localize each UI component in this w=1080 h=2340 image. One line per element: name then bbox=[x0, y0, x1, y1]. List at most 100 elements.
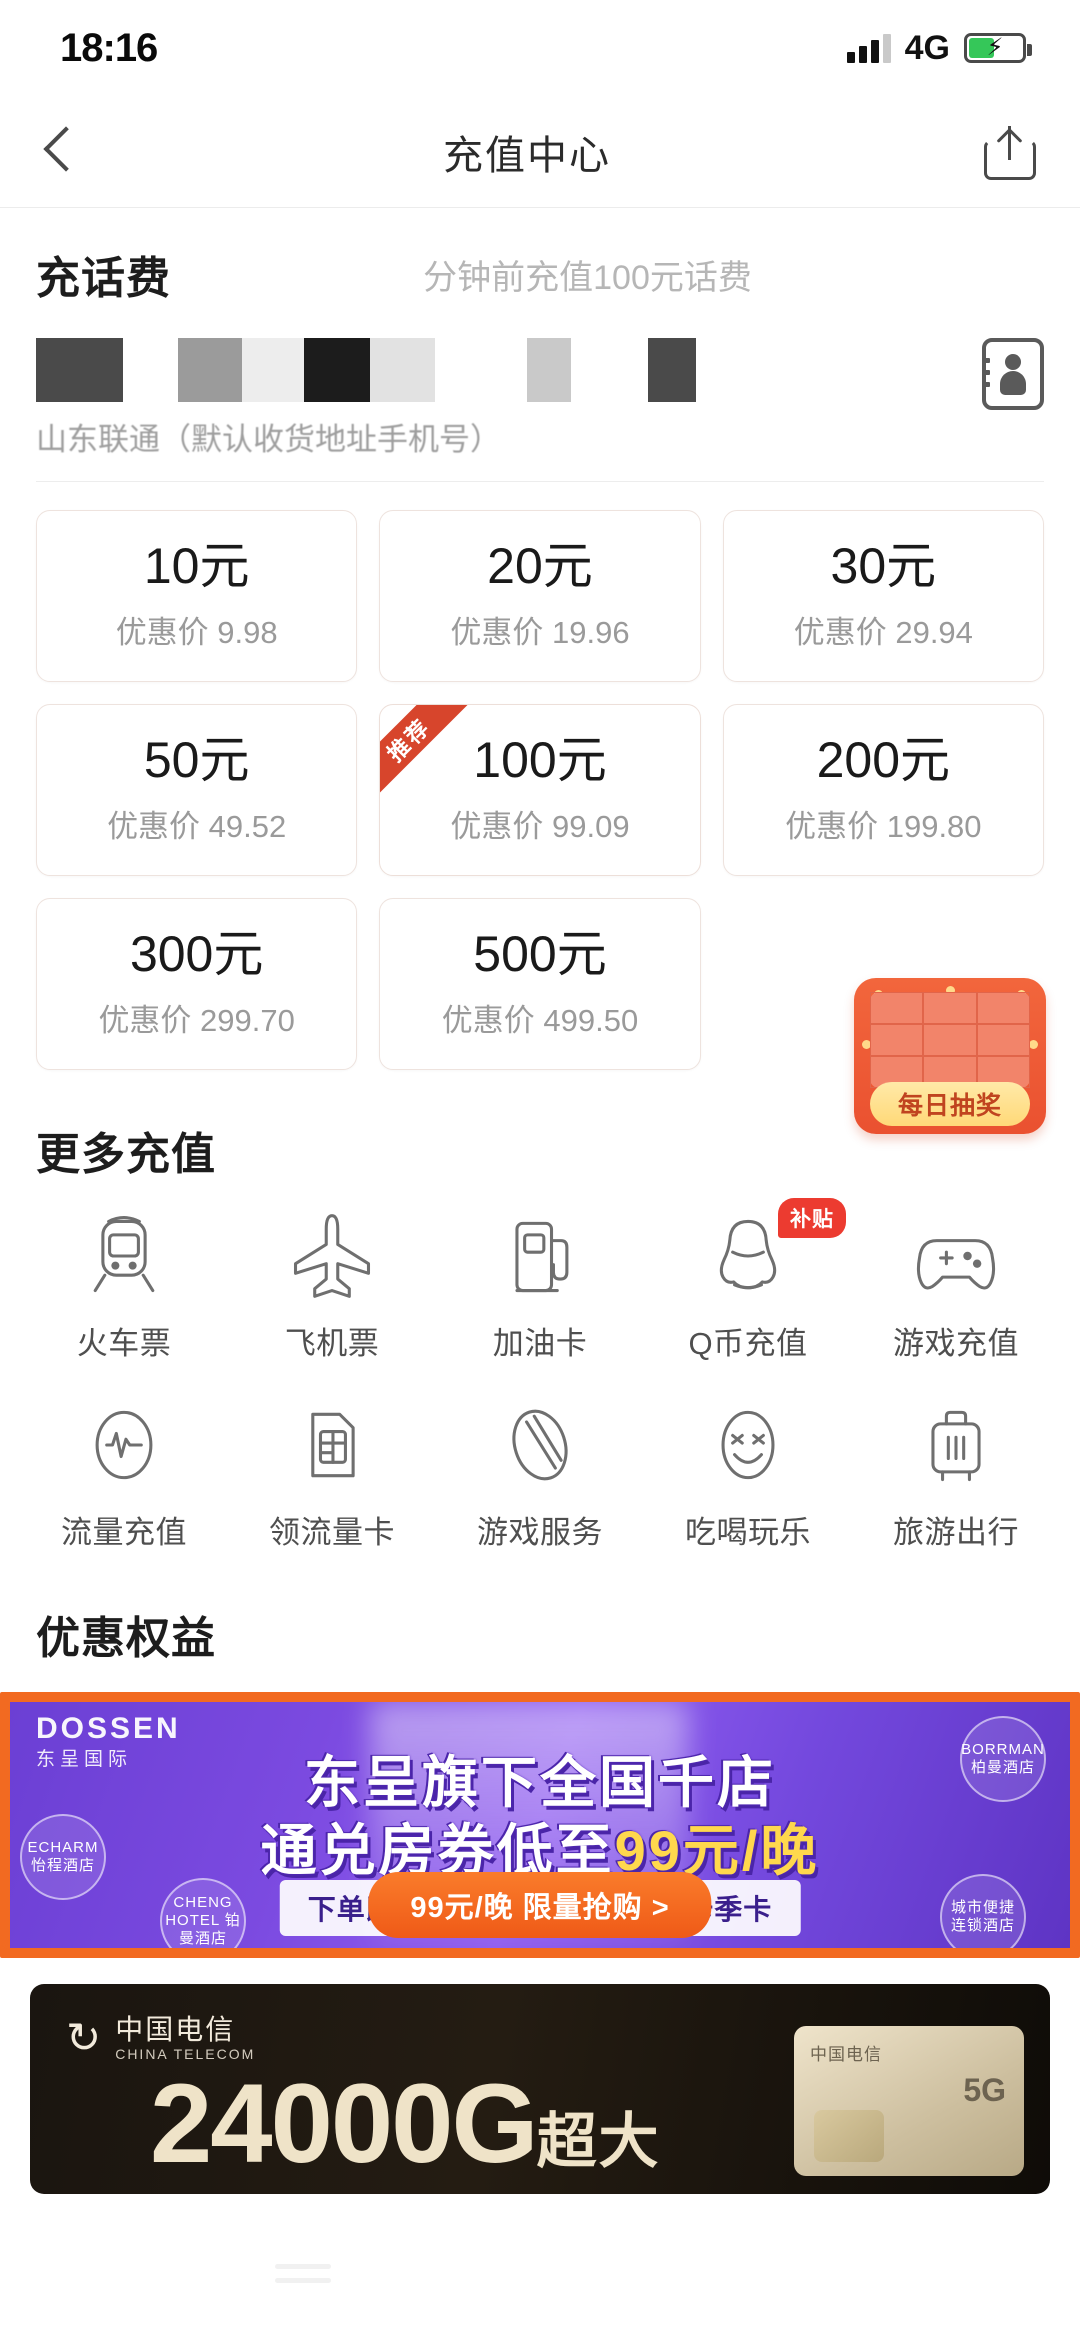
game-service-icon bbox=[492, 1397, 588, 1493]
status-bar: 18:16 4G ⚡ bbox=[0, 0, 1080, 96]
more-recharge-item-label: 领流量卡 bbox=[269, 1515, 395, 1550]
signal-wave-icon bbox=[76, 1397, 172, 1493]
benefits-header: 优惠权益 bbox=[0, 1552, 1080, 1666]
hotel-cta-button[interactable]: 99元/晚 限量抢购 > bbox=[368, 1872, 712, 1938]
app-header: 充值中心 bbox=[0, 96, 1080, 208]
section-title-benefits: 优惠权益 bbox=[36, 1614, 216, 1663]
more-recharge-item-smiley-face[interactable]: 吃喝玩乐 bbox=[644, 1397, 852, 1552]
more-recharge-item-fuel-pump[interactable]: 加油卡 bbox=[436, 1208, 644, 1363]
status-bar-time: 18:16 bbox=[60, 25, 158, 70]
denomination-amount: 10元 bbox=[143, 538, 250, 595]
suitcase-icon bbox=[908, 1397, 1004, 1493]
sim-brand-label: 中国电信 bbox=[810, 2045, 882, 2064]
lottery-label: 每日抽奖 bbox=[870, 1082, 1030, 1126]
phone-recharge-header: 充话费 分钟前充值100元话费 bbox=[0, 208, 1080, 316]
more-recharge-header: 每日抽奖 更多充值 bbox=[0, 978, 1080, 1182]
phone-number-masked bbox=[36, 338, 696, 402]
telecom-mark-icon: ↻ bbox=[66, 2014, 102, 2062]
sim-5g-label: 5G bbox=[963, 2072, 1006, 2108]
denomination-card[interactable]: 500元优惠价 499.50 bbox=[379, 898, 701, 1070]
denomination-discount-price: 优惠价 49.52 bbox=[107, 808, 287, 844]
denomination-amount: 50元 bbox=[143, 732, 250, 789]
denomination-amount: 500元 bbox=[473, 926, 607, 983]
back-chevron-icon[interactable] bbox=[763, 2255, 812, 2305]
more-recharge-item-label: 游戏服务 bbox=[477, 1515, 603, 1550]
charging-bolt-icon: ⚡ bbox=[986, 34, 1004, 61]
recommended-ribbon: 推荐 bbox=[380, 705, 471, 802]
carrier-label: 山东联通（默认收货地址手机号） bbox=[36, 422, 501, 457]
recents-icon[interactable] bbox=[275, 2277, 332, 2283]
share-button[interactable] bbox=[984, 124, 1036, 180]
network-type-label: 4G bbox=[904, 28, 950, 67]
more-recharge-item-label: Q币充值 bbox=[688, 1326, 808, 1361]
denomination-amount: 300元 bbox=[129, 926, 264, 983]
recharge-ticker: 分钟前充值100元话费 bbox=[423, 258, 752, 297]
status-bar-indicators: 4G ⚡ bbox=[846, 28, 1032, 68]
contacts-icon[interactable] bbox=[982, 338, 1044, 410]
android-navigation-bar bbox=[0, 2220, 1080, 2340]
denomination-card[interactable]: 20元优惠价 19.96 bbox=[379, 510, 701, 682]
more-recharge-item-airplane[interactable]: 飞机票 bbox=[228, 1208, 436, 1363]
smiley-face-icon bbox=[700, 1397, 796, 1493]
more-recharge-item-game-service[interactable]: 游戏服务 bbox=[436, 1397, 644, 1552]
sim-card-icon bbox=[284, 1397, 380, 1493]
denomination-card[interactable]: 10元优惠价 9.98 bbox=[36, 510, 358, 682]
page-title: 充值中心 bbox=[443, 133, 611, 178]
telecom-promo-banner[interactable]: ↻ 中国电信 CHINA TELECOM 24000G超大 中国电信 5G bbox=[30, 1984, 1050, 2194]
denomination-discount-price: 优惠价 9.98 bbox=[115, 614, 278, 650]
share-arrow-shape bbox=[998, 128, 1020, 150]
more-recharge-icon-grid: 火车票 飞机票 加油卡 补贴 Q币充值 游戏充值流量充值 领流量卡 游戏服务 吃喝玩乐 旅游出行 bbox=[0, 1182, 1080, 1552]
contact-head-shape bbox=[1005, 354, 1021, 370]
denomination-discount-price: 优惠价 299.70 bbox=[98, 1002, 295, 1038]
more-recharge-item-label: 流量充值 bbox=[61, 1515, 187, 1550]
more-recharge-item-qq-penguin[interactable]: 补贴 Q币充值 bbox=[644, 1198, 852, 1363]
lottery-grid-shape bbox=[870, 992, 1030, 1088]
back-button[interactable] bbox=[44, 127, 70, 177]
daily-lottery-widget[interactable]: 每日抽奖 bbox=[854, 978, 1046, 1134]
subsidy-badge: 补贴 bbox=[778, 1198, 846, 1238]
telecom-sim-card-image: 中国电信 5G bbox=[794, 2026, 1024, 2176]
home-square-icon[interactable] bbox=[521, 2249, 580, 2311]
more-recharge-item-gamepad[interactable]: 游戏充值 bbox=[852, 1208, 1060, 1363]
denomination-discount-price: 优惠价 99.09 bbox=[450, 808, 630, 844]
hotel-promo-banner[interactable]: DOSSEN 东呈国际 BORRMAN 柏曼酒店 ECHARM 怡程酒店 CHE… bbox=[0, 1692, 1080, 1958]
telecom-brand-en: CHINA TELECOM bbox=[115, 2046, 256, 2063]
more-recharge-item-train[interactable]: 火车票 bbox=[20, 1208, 228, 1363]
telecom-headline-number: 24000G bbox=[150, 2061, 539, 2186]
airplane-icon bbox=[284, 1208, 380, 1304]
more-recharge-item-sim-card[interactable]: 领流量卡 bbox=[228, 1397, 436, 1552]
denomination-discount-price: 优惠价 19.96 bbox=[450, 614, 630, 650]
more-recharge-item-label: 加油卡 bbox=[492, 1326, 588, 1361]
telecom-headline: 24000G超大 bbox=[150, 2068, 661, 2180]
more-recharge-item-label: 吃喝玩乐 bbox=[685, 1515, 811, 1550]
denomination-discount-price: 优惠价 29.94 bbox=[793, 614, 973, 650]
denomination-card[interactable]: 30元 优惠价 29.94 bbox=[722, 510, 1044, 682]
denomination-amount: 20元 bbox=[487, 538, 593, 595]
phone-number-block[interactable]: 山东联通（默认收货地址手机号） bbox=[36, 338, 982, 459]
more-recharge-item-label: 火车票 bbox=[76, 1326, 172, 1361]
denomination-card[interactable]: 200元优惠价 199.80 bbox=[722, 704, 1044, 876]
battery-icon: ⚡ bbox=[964, 33, 1032, 63]
phone-number-row[interactable]: 山东联通（默认收货地址手机号） bbox=[0, 316, 1080, 459]
more-recharge-item-label: 旅游出行 bbox=[893, 1515, 1019, 1550]
denomination-card[interactable]: 推荐 100元优惠价 99.09 bbox=[379, 704, 701, 876]
sim-chip-shape bbox=[814, 2110, 884, 2162]
denomination-discount-price: 优惠价 499.50 bbox=[441, 1002, 639, 1038]
train-icon bbox=[76, 1208, 172, 1304]
denomination-amount: 100元 bbox=[473, 732, 607, 789]
signal-strength-icon bbox=[846, 33, 891, 63]
telecom-brand-cn: 中国电信 bbox=[115, 2014, 236, 2045]
telecom-brand-logo: ↻ 中国电信 CHINA TELECOM bbox=[66, 2014, 255, 2062]
fuel-pump-icon bbox=[492, 1208, 588, 1304]
denomination-card[interactable]: 50元优惠价 49.52 bbox=[36, 704, 358, 876]
hotel-headline-post: 元/晚 bbox=[682, 1819, 820, 1882]
denomination-amount: 200元 bbox=[816, 732, 951, 789]
hotel-badge-chenghotel: CHENG HOTEL 铂曼酒店 bbox=[160, 1878, 246, 1948]
denomination-discount-price: 优惠价 199.80 bbox=[785, 808, 982, 844]
more-recharge-item-signal-wave[interactable]: 流量充值 bbox=[20, 1397, 228, 1552]
more-recharge-item-suitcase[interactable]: 旅游出行 bbox=[852, 1397, 1060, 1552]
denomination-card[interactable]: 300元优惠价 299.70 bbox=[36, 898, 358, 1070]
contact-dots-shape bbox=[985, 358, 990, 394]
more-recharge-item-label: 飞机票 bbox=[284, 1326, 380, 1361]
telecom-headline-suffix: 超大 bbox=[536, 2108, 661, 2175]
